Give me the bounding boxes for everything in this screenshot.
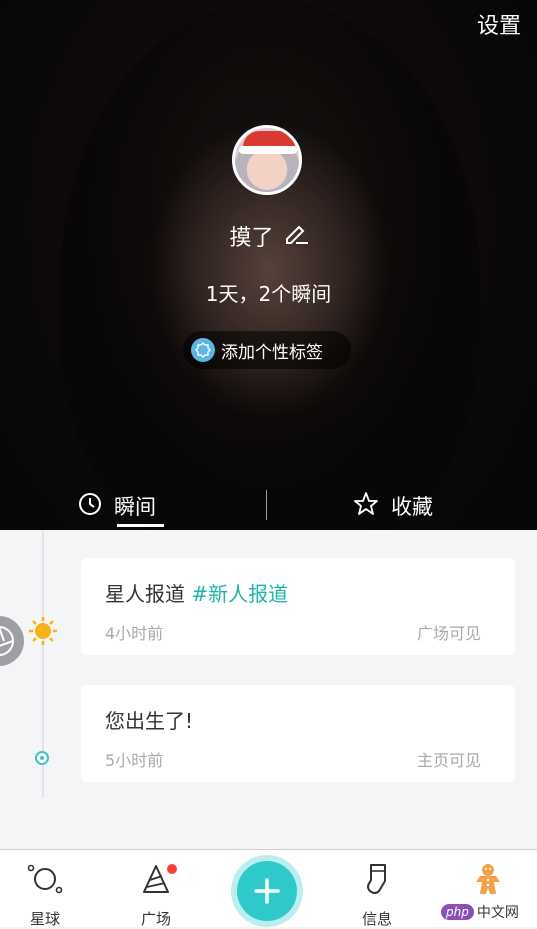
add-tag-label: 添加个性标签 xyxy=(221,342,323,363)
nav-planet-label: 星球 xyxy=(29,910,60,928)
nav-messages-label: 信息 xyxy=(361,910,392,928)
tab-favorites-label: 收藏 xyxy=(391,495,433,519)
moment-title: 您出生了! xyxy=(105,709,194,733)
moment-visibility: 主页可见 xyxy=(416,751,481,770)
watermark-logo: php xyxy=(441,904,474,920)
hashtag-link[interactable]: #新人报道 xyxy=(191,582,288,606)
moment-time: 4小时前 xyxy=(105,624,164,643)
camera-shutter-icon[interactable] xyxy=(0,616,24,666)
sock-icon xyxy=(359,862,395,896)
gingerbread-icon xyxy=(470,862,506,896)
add-tag-button[interactable]: 添加个性标签 xyxy=(183,331,351,369)
plus-icon xyxy=(237,861,297,921)
profile-stats: 1天，2个瞬间 xyxy=(205,282,332,306)
moment-card[interactable]: 星人报道 #新人报道 4小时前 广场可见 xyxy=(81,558,515,655)
profile-name-row: 摸了 xyxy=(0,220,537,252)
nav-planet[interactable]: 星球 xyxy=(0,850,90,928)
moment-time: 5小时前 xyxy=(105,751,164,770)
edit-icon[interactable] xyxy=(284,222,308,250)
tab-divider xyxy=(266,490,267,520)
moment-visibility: 广场可见 xyxy=(416,624,481,643)
star-icon xyxy=(353,491,379,522)
notification-badge xyxy=(167,864,177,874)
clock-icon xyxy=(78,492,102,521)
tab-moments-label: 瞬间 xyxy=(114,495,156,519)
moment-card[interactable]: 您出生了! 5小时前 主页可见 xyxy=(81,685,515,782)
dot-icon xyxy=(35,751,49,765)
nav-messages[interactable]: 信息 xyxy=(332,850,422,928)
nav-square-label: 广场 xyxy=(140,910,171,928)
avatar[interactable] xyxy=(232,125,302,195)
moments-timeline: 星人报道 #新人报道 4小时前 广场可见 您出生了! 5小时前 主页可见 xyxy=(0,530,537,850)
settings-button[interactable]: 设置 xyxy=(477,8,521,40)
sun-icon xyxy=(29,617,57,645)
add-moment-button[interactable] xyxy=(231,855,303,927)
profile-tabs: 瞬间 收藏 xyxy=(0,484,537,530)
watermark: php 中文网 xyxy=(437,901,533,923)
profile-name: 摸了 xyxy=(229,226,274,251)
tab-active-indicator xyxy=(117,524,164,527)
tab-moments[interactable]: 瞬间 xyxy=(78,484,156,528)
nav-square[interactable]: 广场 xyxy=(111,850,201,928)
tag-icon xyxy=(191,338,215,362)
watermark-text: 中文网 xyxy=(476,905,519,921)
profile-header: 设置 摸了 1天，2个瞬间 添加个性标签 瞬间 收藏 xyxy=(0,0,537,530)
moment-title: 星人报道 #新人报道 xyxy=(105,582,289,606)
planet-icon xyxy=(27,862,63,896)
tab-favorites[interactable]: 收藏 xyxy=(353,484,433,528)
